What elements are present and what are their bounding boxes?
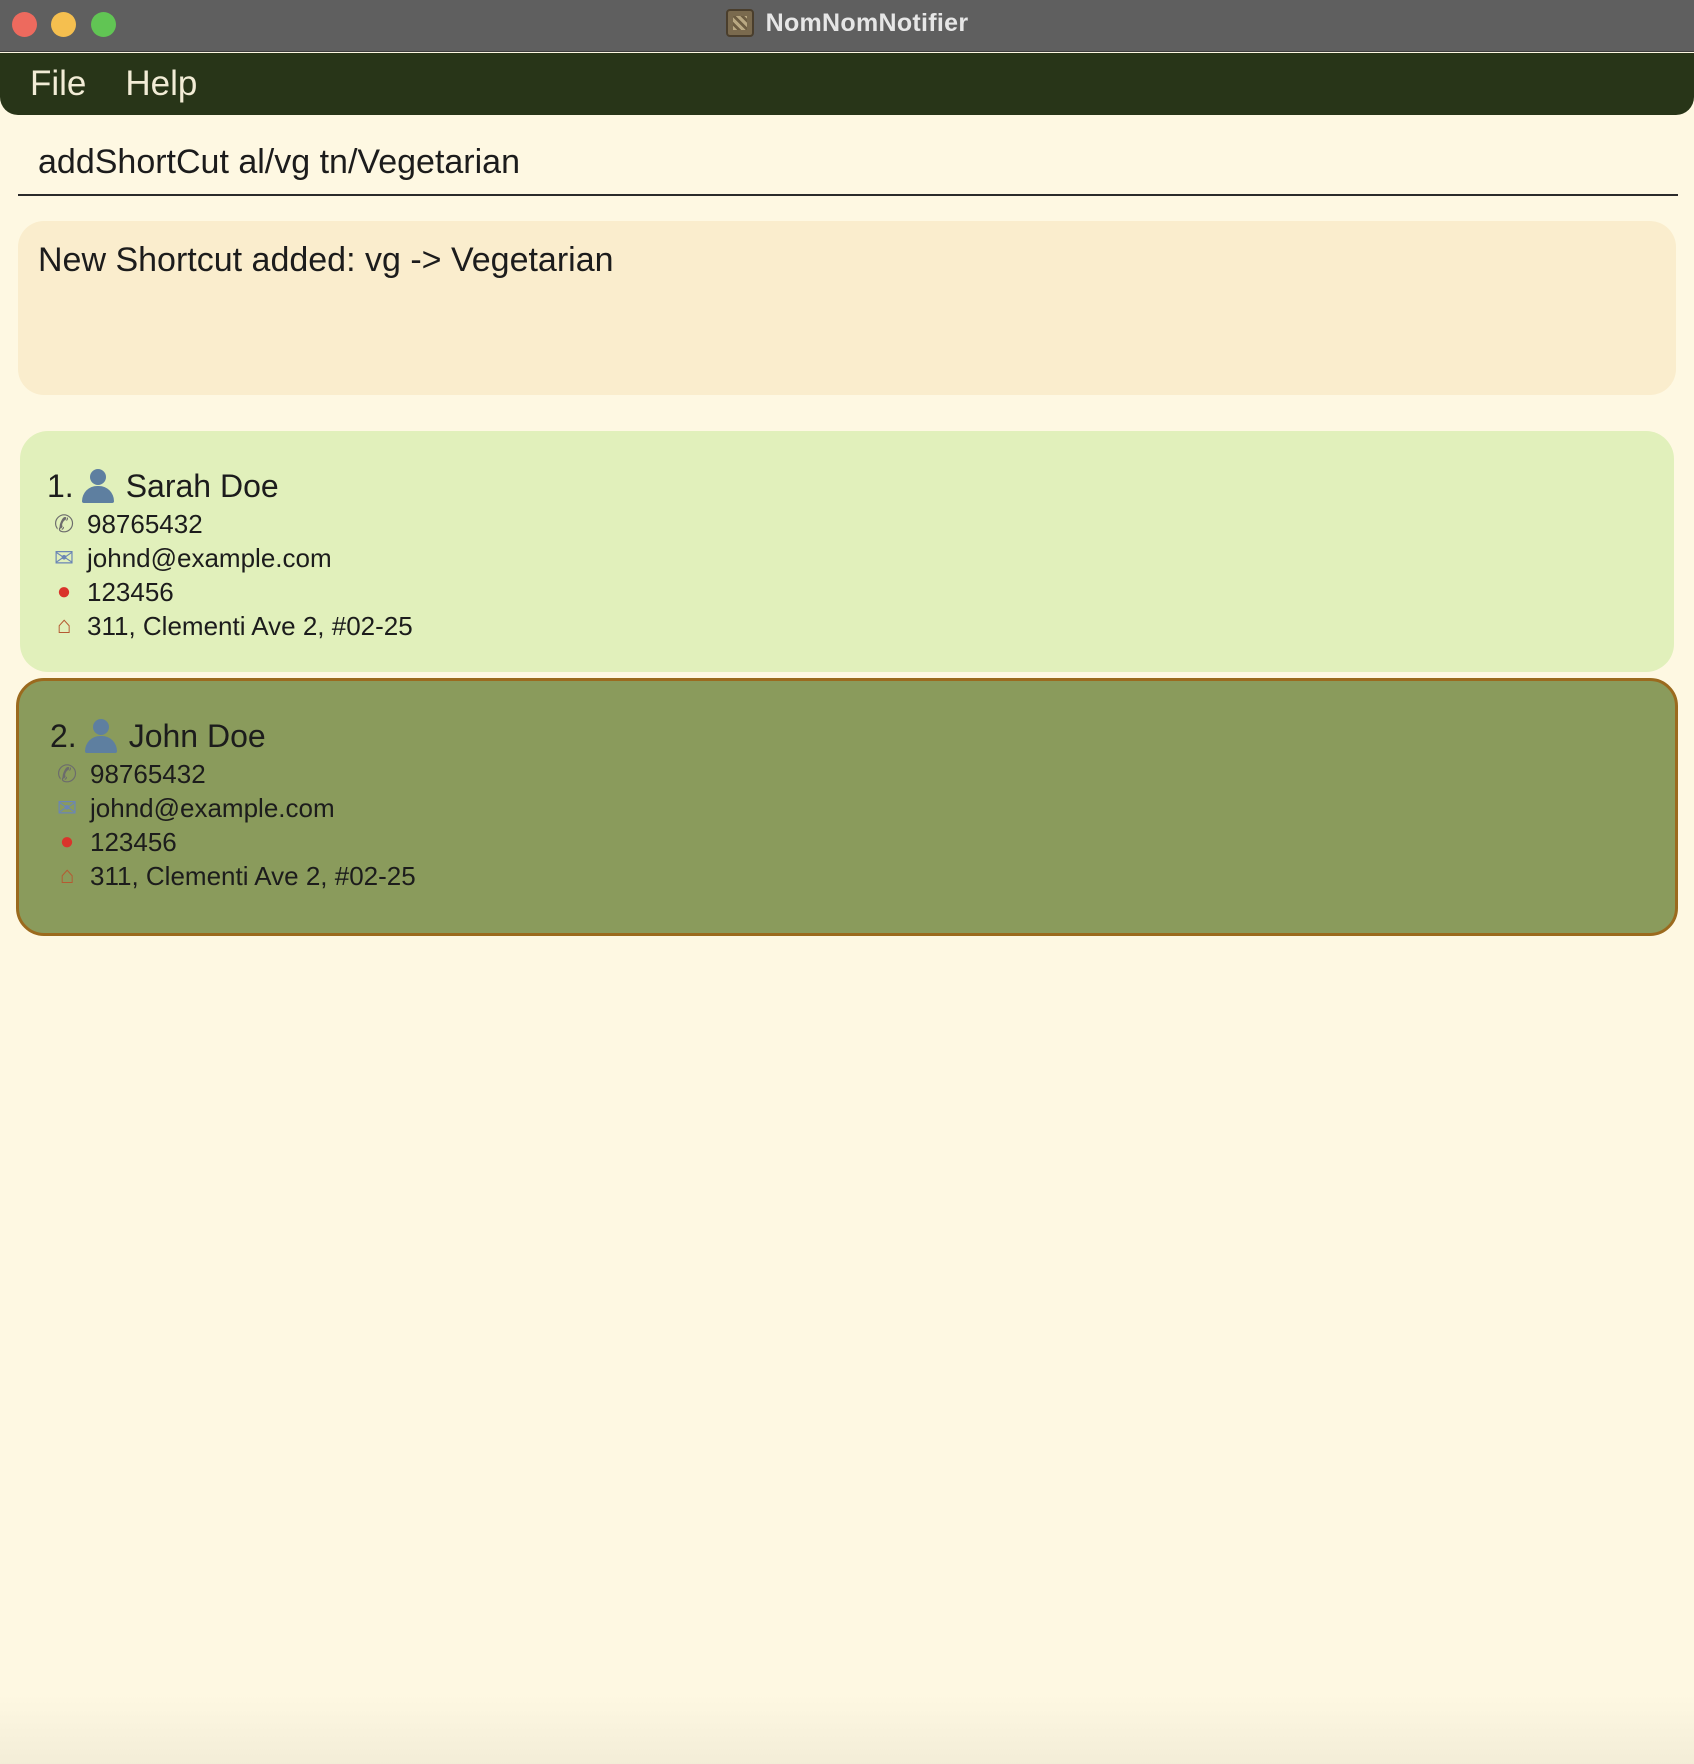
person-address-row: ⌂ 311, Clementi Ave 2, #02-25 bbox=[47, 609, 413, 643]
person-index: 1. bbox=[47, 467, 74, 504]
person-address: 311, Clementi Ave 2, #02-25 bbox=[90, 860, 416, 891]
person-email-row: ✉ johnd@example.com bbox=[47, 541, 413, 575]
person-address-row: ⌂ 311, Clementi Ave 2, #02-25 bbox=[50, 859, 416, 893]
person-icon bbox=[83, 718, 119, 754]
result-message: New Shortcut added: vg -> Vegetarian bbox=[38, 241, 614, 279]
phone-icon: ✆ bbox=[56, 760, 78, 788]
person-icon bbox=[80, 468, 116, 504]
person-card-content: 2. John Doe ✆ 98765432 ✉ johnd@example.c… bbox=[50, 715, 416, 893]
person-card-selected[interactable]: 2. John Doe ✆ 98765432 ✉ johnd@example.c… bbox=[16, 678, 1678, 936]
person-postal: 123456 bbox=[90, 826, 177, 857]
person-index: 2. bbox=[50, 717, 77, 754]
person-name: John Doe bbox=[128, 717, 266, 754]
person-phone-row: ✆ 98765432 bbox=[47, 507, 413, 541]
title-wrap: NomNomNotifier bbox=[0, 0, 1694, 46]
person-postal: 123456 bbox=[87, 576, 174, 607]
person-name: Sarah Doe bbox=[125, 467, 279, 504]
pin-icon: ● bbox=[56, 578, 72, 605]
person-name-row: 2. John Doe bbox=[50, 715, 416, 757]
command-box bbox=[18, 128, 1678, 196]
pin-icon: ● bbox=[59, 828, 75, 855]
house-icon: ⌂ bbox=[56, 612, 72, 639]
house-icon: ⌂ bbox=[59, 862, 75, 889]
person-phone-row: ✆ 98765432 bbox=[50, 757, 416, 791]
email-icon: ✉ bbox=[56, 794, 78, 822]
email-icon: ✉ bbox=[53, 544, 75, 572]
window-title: NomNomNotifier bbox=[765, 8, 969, 37]
command-input[interactable] bbox=[38, 138, 1658, 186]
person-postal-row: ● 123456 bbox=[50, 825, 416, 859]
menu-help[interactable]: Help bbox=[125, 64, 197, 104]
person-address: 311, Clementi Ave 2, #02-25 bbox=[87, 610, 413, 641]
result-display: New Shortcut added: vg -> Vegetarian bbox=[18, 221, 1676, 395]
person-phone: 98765432 bbox=[87, 508, 203, 539]
person-phone: 98765432 bbox=[90, 758, 206, 789]
person-email-row: ✉ johnd@example.com bbox=[50, 791, 416, 825]
phone-icon: ✆ bbox=[53, 510, 75, 538]
menu-file[interactable]: File bbox=[30, 64, 86, 104]
person-card-content: 1. Sarah Doe ✆ 98765432 ✉ johnd@example.… bbox=[47, 465, 413, 643]
title-bar: NomNomNotifier bbox=[0, 0, 1694, 52]
person-name-row: 1. Sarah Doe bbox=[47, 465, 413, 507]
person-card[interactable]: 1. Sarah Doe ✆ 98765432 ✉ johnd@example.… bbox=[20, 431, 1674, 672]
app-icon bbox=[725, 9, 754, 37]
person-email: johnd@example.com bbox=[87, 542, 332, 573]
bottom-shade bbox=[0, 1694, 1694, 1764]
menu-bar: File Help bbox=[0, 53, 1694, 115]
person-postal-row: ● 123456 bbox=[47, 575, 413, 609]
person-email: johnd@example.com bbox=[90, 792, 335, 823]
